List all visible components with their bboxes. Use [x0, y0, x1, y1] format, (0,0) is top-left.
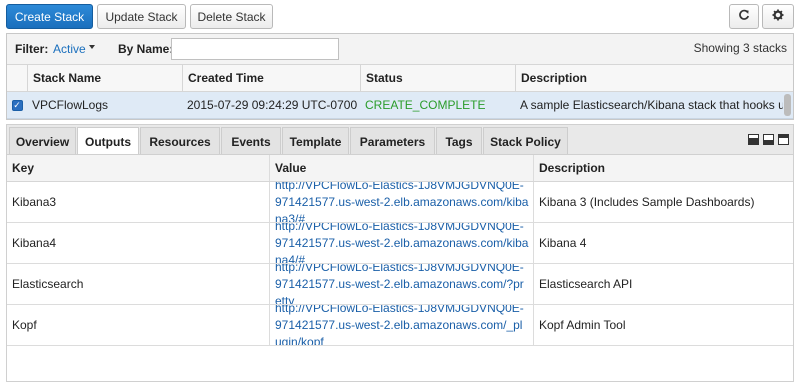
by-name-label: By Name: — [118, 42, 174, 56]
tab-events[interactable]: Events — [221, 127, 281, 155]
table-row: Kopf http://VPCFlowLo-Elastics-1J8VMJGDV… — [7, 305, 793, 346]
output-value-link[interactable]: http://VPCFlowLo-Elastics-1J8VMJGDVNQ0E-… — [275, 305, 533, 345]
output-key: Kibana3 — [12, 195, 57, 209]
column-header-output-description: Description — [533, 155, 793, 181]
outputs-table-header: Key Value Description — [7, 155, 793, 182]
table-row[interactable]: ✓ VPCFlowLogs 2015-07-29 09:24:29 UTC-07… — [7, 92, 793, 119]
column-header-description[interactable]: Description — [515, 65, 783, 91]
tab-template[interactable]: Template — [282, 127, 349, 155]
row-select-cell[interactable]: ✓ — [7, 92, 27, 118]
row-checkbox[interactable]: ✓ — [11, 99, 23, 111]
stack-description: A sample Elasticsearch/Kibana stack that… — [520, 98, 783, 112]
output-key: Kopf — [12, 318, 37, 332]
header-select-cell — [7, 65, 27, 91]
layout-toggle-group — [748, 134, 789, 145]
tab-resources[interactable]: Resources — [140, 127, 220, 155]
output-value-link[interactable]: http://VPCFlowLo-Elastics-1J8VMJGDVNQ0E-… — [275, 264, 533, 304]
table-row: Elasticsearch http://VPCFlowLo-Elastics-… — [7, 264, 793, 305]
tab-tags[interactable]: Tags — [436, 127, 482, 155]
create-stack-button[interactable]: Create Stack — [6, 4, 93, 29]
table-row: Kibana4 http://VPCFlowLo-Elastics-1J8VMJ… — [7, 223, 793, 264]
output-description: Elasticsearch API — [533, 264, 793, 304]
stacks-panel: Filter: Active By Name: Showing 3 stacks… — [6, 33, 794, 120]
column-header-key: Key — [12, 161, 35, 175]
output-value-cell: http://VPCFlowLo-Elastics-1J8VMJGDVNQ0E-… — [269, 305, 533, 345]
stacks-table-header: Stack Name Created Time Status Descripti… — [7, 64, 793, 92]
output-value-cell: http://VPCFlowLo-Elastics-1J8VMJGDVNQ0E-… — [269, 264, 533, 304]
output-value-cell: http://VPCFlowLo-Elastics-1J8VMJGDVNQ0E-… — [269, 182, 533, 222]
stack-count-text: Showing 3 stacks — [693, 41, 787, 55]
output-key: Elasticsearch — [12, 277, 84, 291]
tab-stack-policy[interactable]: Stack Policy — [483, 127, 568, 155]
stack-status: CREATE_COMPLETE — [365, 98, 486, 112]
stack-name: VPCFlowLogs — [32, 98, 109, 112]
filter-label: Filter: — [15, 42, 49, 56]
stacks-scrollbar[interactable] — [784, 94, 791, 116]
filter-bar: Filter: Active By Name: Showing 3 stacks — [7, 34, 793, 63]
tab-outputs[interactable]: Outputs — [77, 127, 139, 156]
refresh-icon — [738, 9, 750, 24]
output-description: Kopf Admin Tool — [533, 305, 793, 345]
settings-button[interactable] — [762, 4, 794, 29]
layout-bottom-panel-icon[interactable] — [748, 134, 759, 145]
layout-top-panel-icon[interactable] — [778, 134, 789, 145]
stack-created-time: 2015-07-29 09:24:29 UTC-0700 — [187, 98, 358, 112]
refresh-button[interactable] — [729, 4, 759, 29]
detail-tabs: Overview Outputs Resources Events Templa… — [6, 124, 794, 156]
caret-down-icon[interactable] — [89, 45, 95, 49]
output-value-cell: http://VPCFlowLo-Elastics-1J8VMJGDVNQ0E-… — [269, 223, 533, 263]
update-stack-button[interactable]: Update Stack — [97, 4, 186, 29]
delete-stack-button[interactable]: Delete Stack — [190, 4, 273, 29]
tab-parameters[interactable]: Parameters — [350, 127, 435, 155]
toolbar: Create Stack Update Stack Delete Stack — [0, 0, 800, 34]
by-name-input[interactable] — [171, 38, 339, 60]
output-key: Kibana4 — [12, 236, 57, 250]
output-value-link[interactable]: http://VPCFlowLo-Elastics-1J8VMJGDVNQ0E-… — [275, 182, 533, 222]
column-header-value: Value — [269, 155, 533, 181]
outputs-table: Key Value Description Kibana3 http://VPC… — [6, 154, 794, 382]
output-description: Kibana 4 — [533, 223, 793, 263]
output-description: Kibana 3 (Includes Sample Dashboards) — [533, 182, 793, 222]
output-value-link[interactable]: http://VPCFlowLo-Elastics-1J8VMJGDVNQ0E-… — [275, 223, 533, 263]
column-header-stack-name[interactable]: Stack Name — [27, 65, 182, 91]
filter-dropdown[interactable]: Active — [53, 42, 86, 56]
gear-icon — [772, 9, 784, 24]
column-header-created-time[interactable]: Created Time — [182, 65, 360, 91]
tab-overview[interactable]: Overview — [9, 127, 76, 155]
layout-split-panel-icon[interactable] — [763, 134, 774, 145]
column-header-status[interactable]: Status — [360, 65, 515, 91]
table-row: Kibana3 http://VPCFlowLo-Elastics-1J8VMJ… — [7, 182, 793, 223]
